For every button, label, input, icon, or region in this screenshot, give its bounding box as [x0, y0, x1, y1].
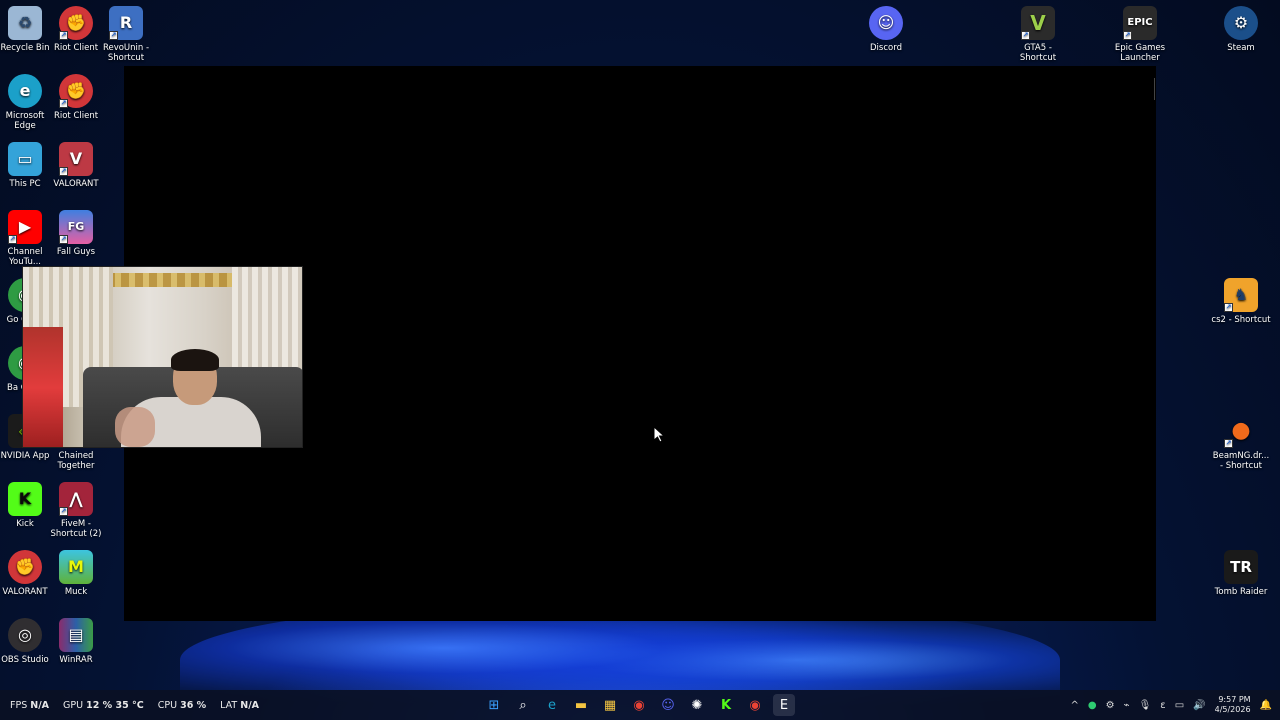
desktop-icon-label: RevoUnin - Shortcut	[102, 43, 150, 63]
status-dot-icon[interactable]: ●	[1088, 700, 1097, 711]
valorant-icon: V ↗	[59, 142, 93, 176]
desktop-icon-label: Epic Games Launcher	[1114, 43, 1166, 63]
red-lamp	[23, 327, 63, 447]
riot-client-icon: ✊	[8, 550, 42, 584]
winrar-icon: ▤	[59, 618, 93, 652]
youtube-icon: ▶ ↗	[8, 210, 42, 244]
webcam-overlay	[22, 266, 303, 448]
steam-tray-icon[interactable]: ⚙	[1106, 700, 1115, 711]
desktop-icon-label: OBS Studio	[1, 655, 49, 665]
desktop-icon-revouninstaller[interactable]: R ↗ RevoUnin - Shortcut	[96, 6, 156, 63]
obs-icon: ◎	[8, 618, 42, 652]
search-icon[interactable]: ⌕	[512, 694, 534, 716]
desktop-icon-label: Recycle Bin	[0, 43, 50, 53]
edge-icon: e	[8, 74, 42, 108]
discord-icon[interactable]: ☺	[657, 694, 679, 716]
desktop-icon-label: VALORANT	[53, 179, 99, 189]
desktop-icon-cs2[interactable]: ♞ ↗ cs2 - Shortcut	[1211, 278, 1271, 325]
desktop-icon-label: WinRAR	[59, 655, 93, 665]
file-explorer-icon[interactable]: ▬	[570, 694, 592, 716]
system-tray: ^ ● ⚙ ⌁ 🎙 ε ▭ 🔊 9:57 PM 4/5/2026 🔔	[1070, 690, 1272, 720]
taskbar-pinned-apps: ⊞ ⌕ e ▬ ▦ ◉ ☺ ✺ K ◉ E	[483, 694, 795, 716]
desktop-icon-label: NVIDIA App	[0, 451, 50, 461]
desktop-icon-winrar[interactable]: ▤ WinRAR	[46, 618, 106, 665]
steam-icon: ⚙	[1224, 6, 1258, 40]
microsoft-store-icon[interactable]: ▦	[599, 694, 621, 716]
desktop-icon-label: This PC	[9, 179, 41, 189]
desktop-icon-gta5[interactable]: V ↗ GTA5 - Shortcut	[1008, 6, 1068, 63]
tomb-raider-icon: TR	[1224, 550, 1258, 584]
desktop-icon-label: Tomb Raider	[1214, 587, 1268, 597]
desktop-icon-fivem[interactable]: ⋀ ↗ FiveM - Shortcut (2)	[46, 482, 106, 539]
desktop-icon-tomb-raider[interactable]: TR Tomb Raider	[1211, 550, 1271, 597]
clock-time: 9:57 PM	[1218, 695, 1251, 704]
gta5-icon: V ↗	[1021, 6, 1055, 40]
clock[interactable]: 9:57 PM 4/5/2026	[1215, 695, 1251, 715]
person-hand	[115, 407, 155, 447]
muck-icon: M	[59, 550, 93, 584]
kick-icon[interactable]: K	[715, 694, 737, 716]
chevron-up-icon[interactable]: ^	[1070, 700, 1078, 711]
desktop-icon-label: Channel YouTu...	[7, 247, 43, 267]
desktop-icon-label: FiveM - Shortcut (2)	[50, 519, 102, 539]
cs2-icon: ♞ ↗	[1224, 278, 1258, 312]
taskbar: FPS N/A GPU 12 % 35 °C CPU 36 % LAT N/A …	[0, 690, 1280, 720]
kick-icon: K	[8, 482, 42, 516]
chrome-icon[interactable]: ◉	[744, 694, 766, 716]
window-edge	[1154, 78, 1155, 100]
desktop-icon-muck[interactable]: M Muck	[46, 550, 106, 597]
usb-icon[interactable]: ⌁	[1124, 700, 1130, 711]
desktop-icon-label: Discord	[870, 43, 902, 53]
riot-client-icon: ✊ ↗	[59, 74, 93, 108]
desktop-icon-label: Fall Guys	[56, 247, 96, 257]
fps-stat: FPS N/A	[10, 699, 50, 711]
desktop-icon-label: Microsoft Edge	[5, 111, 45, 131]
desktop-icon-label: BeamNG.dr... - Shortcut	[1212, 451, 1270, 471]
desktop-icon-label: Chained Together	[57, 451, 95, 471]
clock-date: 4/5/2026	[1214, 705, 1251, 714]
desktop-icon-beamng[interactable]: ● ↗ BeamNG.dr... - Shortcut	[1211, 414, 1271, 472]
desktop-icon-discord[interactable]: ☺ Discord	[856, 6, 916, 53]
performance-overlay: FPS N/A GPU 12 % 35 °C CPU 36 % LAT N/A	[10, 690, 259, 720]
start-icon[interactable]: ⊞	[483, 694, 505, 716]
volume-icon[interactable]: 🔊	[1193, 700, 1205, 711]
recycle-bin-icon: ♻	[8, 6, 42, 40]
latency-stat: LAT N/A	[220, 699, 260, 711]
cpu-stat: CPU 36 %	[157, 699, 207, 711]
desktop-icon-label: Kick	[16, 519, 34, 529]
desktop-icon-epic-games[interactable]: EPIC ↗ Epic Games Launcher	[1110, 6, 1170, 63]
desktop-icon-label: GTA5 - Shortcut	[1019, 43, 1057, 63]
mouse-cursor-icon	[654, 427, 666, 443]
desktop-icon-label: Steam	[1227, 43, 1255, 53]
desktop-icon-label: Riot Client	[53, 43, 99, 53]
gpu-stat: GPU 12 % 35 °C	[63, 699, 144, 711]
desktop-icon-riot-client-2[interactable]: ✊ ↗ Riot Client	[46, 74, 106, 121]
desktop-icon-label: Muck	[64, 587, 88, 597]
monitor-icon: ▭	[8, 142, 42, 176]
language-icon[interactable]: ε	[1160, 700, 1165, 711]
riot-client-icon: ✊ ↗	[59, 6, 93, 40]
revo-uninstaller-icon: R ↗	[109, 6, 143, 40]
fall-guys-icon: FG ↗	[59, 210, 93, 244]
epic-games-icon: EPIC ↗	[1123, 6, 1157, 40]
notification-icon[interactable]: 🔔	[1260, 700, 1272, 711]
person-hair	[171, 349, 219, 371]
desktop-icon-steam[interactable]: ⚙ Steam	[1211, 6, 1271, 53]
network-icon[interactable]: ▭	[1175, 700, 1184, 711]
desktop-icon-fall-guys[interactable]: FG ↗ Fall Guys	[46, 210, 106, 257]
desktop-icon-label: cs2 - Shortcut	[1211, 315, 1271, 325]
chatgpt-icon[interactable]: ✺	[686, 694, 708, 716]
desktop-icon-valorant[interactable]: V ↗ VALORANT	[46, 142, 106, 189]
edge-icon[interactable]: e	[541, 694, 563, 716]
epic-games-icon[interactable]: E	[773, 694, 795, 716]
microphone-icon[interactable]: 🎙	[1139, 700, 1152, 711]
chrome-icon[interactable]: ◉	[628, 694, 650, 716]
beamng-icon: ● ↗	[1224, 418, 1251, 448]
desktop-icon-label: VALORANT	[2, 587, 48, 597]
desktop-icon-label: Riot Client	[53, 111, 99, 121]
discord-icon: ☺	[869, 6, 903, 40]
fivem-icon: ⋀ ↗	[59, 482, 93, 516]
